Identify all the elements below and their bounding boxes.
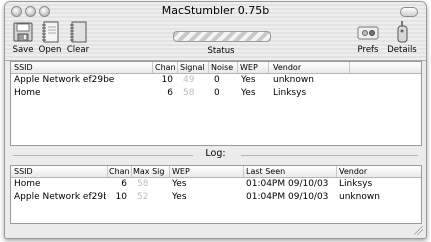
window-title: MacStumbler 0.75b [161, 4, 270, 17]
wep-cell: Yes [241, 75, 256, 85]
networks-table-header: SSID Chan Signal Noise WEP Vendor [11, 62, 421, 74]
last-seen-cell: 01:04PM 09/10/03 [246, 179, 329, 189]
noise-cell: 0 [214, 75, 220, 85]
log-column-header-ssid[interactable]: SSID [14, 167, 33, 176]
floppy-disk-icon [12, 20, 34, 44]
chan-cell: 6 [167, 88, 173, 98]
clear-button[interactable]: Clear [65, 20, 91, 55]
toolbar: MacStumbler 0.75b Save Open Clear Status… [5, 2, 426, 61]
details-label: Details [387, 45, 417, 55]
status-label: Status [207, 46, 235, 56]
chan-cell: 10 [115, 192, 127, 202]
column-header-signal[interactable]: Signal [180, 63, 205, 72]
network-row[interactable]: Home 6 58 0 Yes Linksys [11, 87, 421, 100]
save-button[interactable]: Save [11, 20, 35, 55]
signal-cell: 49 [183, 75, 195, 85]
maxsig-cell: 52 [137, 192, 149, 202]
network-row[interactable]: Apple Network ef29be 10 49 0 Yes unknown [11, 74, 421, 87]
ssid-cell: Home [14, 179, 41, 189]
signal-cell: 58 [183, 88, 195, 98]
open-button[interactable]: Open [37, 20, 63, 55]
vendor-cell: Linksys [339, 179, 373, 189]
save-label: Save [12, 45, 34, 55]
column-header-ssid[interactable]: SSID [14, 63, 33, 72]
column-header-vendor[interactable]: Vendor [273, 63, 301, 72]
log-table[interactable]: SSID Chan Max Sig WEP Last Seen Vendor H… [10, 165, 422, 224]
chan-cell: 10 [161, 75, 173, 85]
log-label: Log: [205, 148, 226, 159]
preferences-switch-icon [357, 20, 379, 44]
column-header-chan[interactable]: Chan [155, 63, 176, 72]
log-column-header-chan[interactable]: Chan [109, 167, 130, 176]
wep-cell: Yes [172, 192, 187, 202]
wep-cell: Yes [172, 179, 187, 189]
wep-cell: Yes [241, 88, 256, 98]
log-table-header: SSID Chan Max Sig WEP Last Seen Vendor [11, 166, 421, 178]
ssid-cell: Apple Network ef29be [14, 75, 115, 85]
airport-base-station-icon [391, 20, 413, 44]
log-divider-right [241, 155, 418, 156]
column-header-noise[interactable]: Noise [211, 63, 233, 72]
log-column-header-vendor[interactable]: Vendor [339, 167, 367, 176]
vendor-cell: Linksys [273, 88, 307, 98]
vendor-cell: unknown [339, 192, 380, 202]
resize-grip-icon[interactable] [414, 226, 423, 235]
details-button[interactable]: Details [385, 20, 419, 55]
log-column-header-maxsig[interactable]: Max Sig [133, 167, 164, 176]
log-column-header-wep[interactable]: WEP [172, 167, 190, 176]
status-progress-bar [173, 31, 271, 42]
notebook-icon [39, 20, 61, 44]
ssid-cell: Apple Network ef29be [14, 192, 106, 202]
open-label: Open [38, 45, 62, 55]
vendor-cell: unknown [273, 75, 314, 85]
app-window: MacStumbler 0.75b Save Open Clear Status… [4, 1, 427, 239]
prefs-label: Prefs [357, 45, 379, 55]
log-column-header-last-seen[interactable]: Last Seen [246, 167, 285, 176]
column-header-wep[interactable]: WEP [240, 63, 258, 72]
toolbar-toggle-button[interactable] [400, 7, 418, 17]
chan-cell: 6 [121, 179, 127, 189]
clear-label: Clear [66, 45, 90, 55]
blank-notebook-icon [67, 20, 89, 44]
last-seen-cell: 01:04PM 09/10/03 [246, 192, 329, 202]
log-row[interactable]: Home 6 58 Yes 01:04PM 09/10/03 Linksys [11, 178, 421, 191]
log-row[interactable]: Apple Network ef29be 10 52 Yes 01:04PM 0… [11, 191, 421, 204]
maxsig-cell: 58 [137, 179, 149, 189]
noise-cell: 0 [214, 88, 220, 98]
ssid-cell: Home [14, 88, 41, 98]
prefs-button[interactable]: Prefs [355, 20, 381, 55]
networks-table[interactable]: SSID Chan Signal Noise WEP Vendor Apple … [10, 61, 422, 146]
